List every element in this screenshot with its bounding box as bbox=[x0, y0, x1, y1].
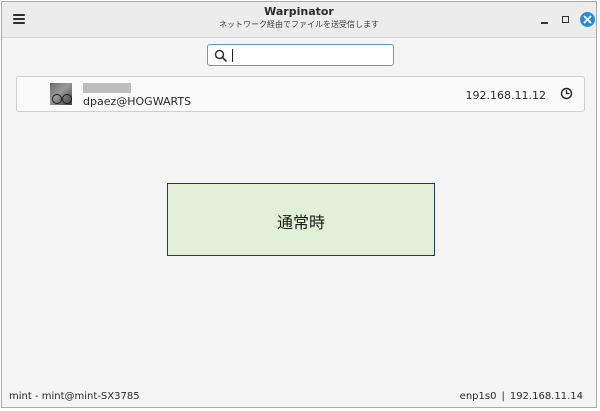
annotation-label: 通常時 bbox=[276, 213, 325, 232]
clock-icon bbox=[560, 87, 573, 100]
status-separator: | bbox=[501, 391, 505, 402]
close-icon[interactable] bbox=[580, 12, 595, 27]
search-input[interactable] bbox=[230, 47, 380, 63]
search-icon bbox=[214, 49, 227, 62]
status-bar: mint - mint@mint-SX3785 enp1s0 | 192.168.1… bbox=[2, 389, 596, 407]
annotation-box: 通常時 bbox=[167, 183, 435, 256]
device-avatar bbox=[50, 83, 72, 105]
device-list-item[interactable]: dpaez@HOGWARTS 192.168.11.12 bbox=[16, 76, 585, 112]
text-caret bbox=[232, 49, 233, 62]
window-title: Warpinator bbox=[264, 5, 334, 18]
status-ip: 192.168.11.14 bbox=[509, 391, 583, 402]
maximize-icon[interactable] bbox=[559, 13, 573, 27]
search-field[interactable] bbox=[207, 44, 394, 66]
title-block: Warpinator ネットワーク経由でファイルを送受信します bbox=[2, 5, 596, 31]
status-network: enp1s0 | 192.168.11.14 bbox=[460, 391, 583, 402]
minimize-icon[interactable] bbox=[538, 13, 552, 27]
window-subtitle: ネットワーク経由でファイルを送受信します bbox=[219, 20, 379, 29]
device-user-host: dpaez@HOGWARTS bbox=[83, 95, 192, 108]
status-interface: enp1s0 bbox=[459, 391, 497, 402]
device-ip: 192.168.11.12 bbox=[465, 89, 546, 102]
status-user-host: mint - mint@mint-SX3785 bbox=[9, 391, 140, 402]
redacted-display-name bbox=[83, 83, 131, 93]
title-bar: Warpinator ネットワーク経由でファイルを送受信します bbox=[2, 2, 596, 38]
app-window: Warpinator ネットワーク経由でファイルを送受信します dpaez@HO… bbox=[1, 1, 597, 408]
